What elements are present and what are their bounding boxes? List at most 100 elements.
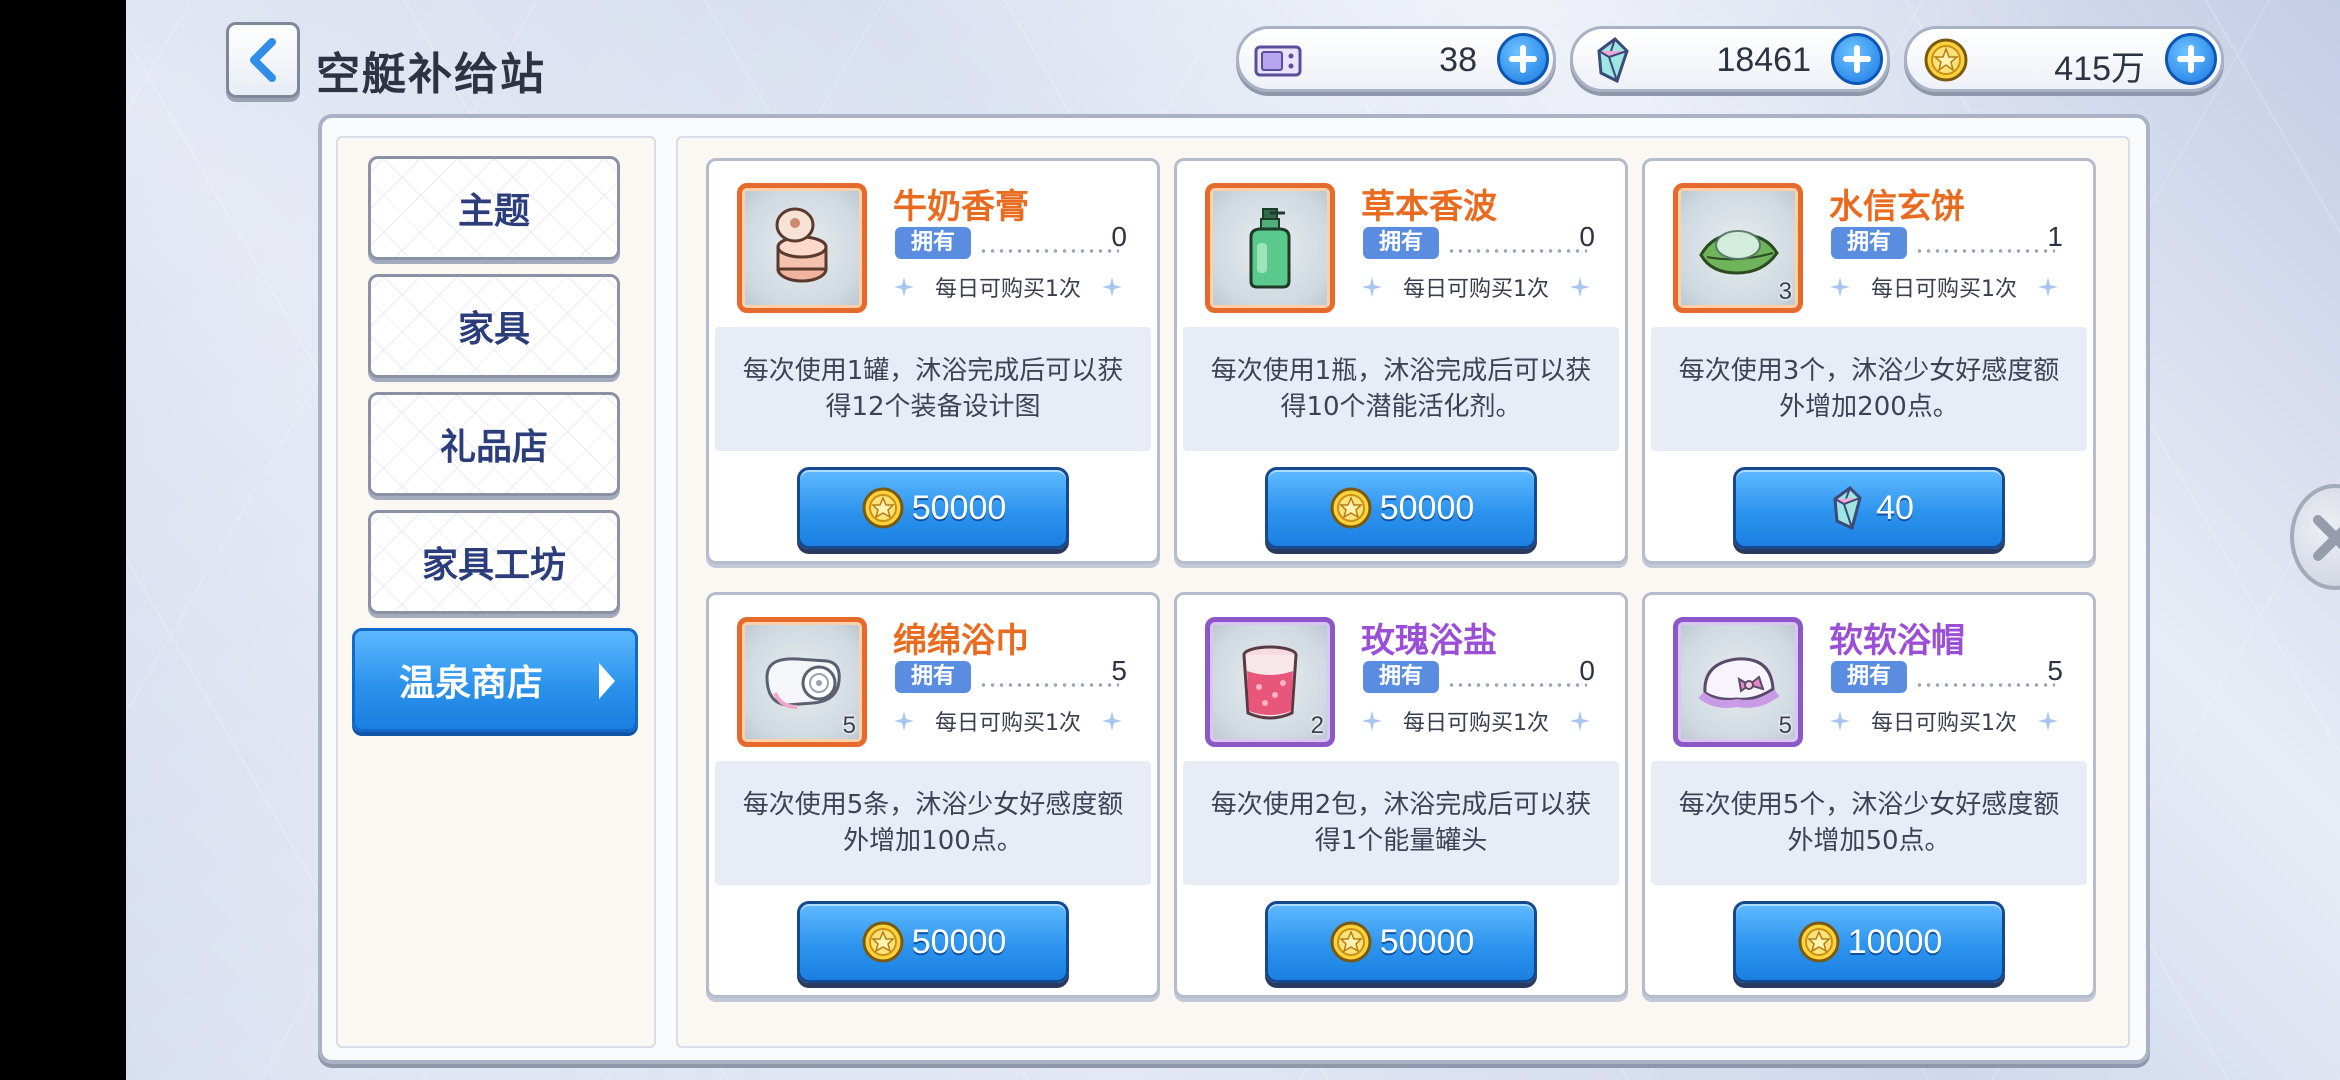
price: 50000 [911,922,1007,961]
add-crystal-button[interactable] [1831,33,1883,85]
crystal-icon [1597,37,1629,83]
owned-badge: 拥有 [1363,661,1439,693]
buy-button[interactable]: 50000 [1265,901,1537,983]
category-sidebar: 主题 家具 礼品店 家具工坊 温泉商店 [336,136,656,1048]
dotted-leader [1447,249,1587,253]
item-description: 每次使用1瓶，沐浴完成后可以获得10个潜能活化剂。 [1183,327,1619,451]
bath-cap-icon [1698,657,1780,708]
sparkle-icon [1102,277,1122,297]
item-icon-frame[interactable]: 5 [737,617,867,747]
sidebar-item-label: 礼品店 [439,427,548,468]
sparkle-icon [1830,277,1850,297]
dotted-leader [1447,683,1587,687]
owned-count: 0 [1579,221,1595,252]
limit-text: 每日可购买1次 [1403,277,1549,302]
sidebar-item-gift-shop[interactable]: 礼品店 [368,392,620,496]
currency-crystal: 18461 [1570,26,1890,92]
item-name: 水信玄饼 [1829,187,1965,227]
sparkle-icon [894,711,914,731]
sidebar-item-label: 温泉商店 [399,663,544,704]
rolled-towel-icon [765,657,841,709]
item-quantity: 3 [1778,278,1792,305]
dotted-leader [979,249,1119,253]
owned-count: 5 [2047,655,2063,686]
star-coin-icon [1798,921,1840,963]
milk-cream-jar-icon [775,207,828,283]
add-coin-button[interactable] [2165,33,2217,85]
ticket-icon [1254,45,1302,77]
add-ticket-button[interactable] [1497,33,1549,85]
shop-item-card: 牛奶香膏 拥有 0 每日可购买1次 每次使用1罐，沐浴完成后可以获得12个装备设… [706,158,1160,564]
rose-bath-salt-jar-icon [1242,645,1298,720]
item-description: 每次使用5个，沐浴少女好感度额外增加50点。 [1651,761,2087,885]
sidebar-item-label: 家具工坊 [421,545,566,586]
purchase-limit: 每日可购买1次 [1829,703,2059,739]
star-coin-icon [1330,487,1372,529]
star-coin-icon [862,921,904,963]
price: 40 [1876,488,1914,527]
owned-badge: 拥有 [895,661,971,693]
star-coin-icon [1924,38,1968,82]
owned-count: 5 [1111,655,1127,686]
purchase-limit: 每日可购买1次 [1829,269,2059,305]
item-icon-frame[interactable]: 2 [1205,617,1335,747]
buy-button[interactable]: 50000 [797,467,1069,549]
purchase-limit: 每日可购买1次 [893,703,1123,739]
sparkle-icon [1362,711,1382,731]
dotted-leader [979,683,1119,687]
floating-close-button[interactable] [2290,484,2340,590]
plus-icon [2177,45,2205,73]
sidebar-item-label: 主题 [457,191,530,232]
dotted-leader [1915,683,2055,687]
item-name: 草本香波 [1361,187,1497,227]
buy-button[interactable]: 50000 [1265,467,1537,549]
sidebar-item-theme[interactable]: 主题 [368,156,620,260]
chevron-left-icon [250,38,276,82]
game-screen: 空艇补给站 38 18461 415万 主题 家具 礼品店 家具工坊 温泉商店 … [126,0,2340,1080]
shop-panel: 主题 家具 礼品店 家具工坊 温泉商店 牛奶香膏 拥有 0 每日可购买1次 每次… [318,114,2150,1064]
owned-badge: 拥有 [1363,227,1439,259]
owned-badge: 拥有 [1831,227,1907,259]
sidebar-item-furniture-workshop[interactable]: 家具工坊 [368,510,620,614]
star-coin-icon [862,487,904,529]
sidebar-item-label: 家具 [457,309,530,350]
owned-badge: 拥有 [1831,661,1907,693]
sparkle-icon [1362,277,1382,297]
close-icon [2313,515,2340,561]
shop-item-card: 5 软软浴帽 拥有 5 每日可购买1次 每次使用5个，沐浴少女好感度额外增加50… [1642,592,2096,998]
herbal-shampoo-bottle-icon [1249,208,1291,289]
currency-ticket: 38 [1236,26,1556,92]
buy-button[interactable]: 10000 [1733,901,2005,983]
buy-button[interactable]: 40 [1733,467,2005,549]
owned-count: 0 [1579,655,1595,686]
dotted-leader [1915,249,2055,253]
item-icon-frame[interactable] [1205,183,1335,313]
chevron-right-icon [599,663,615,699]
item-icon-frame[interactable]: 3 [1673,183,1803,313]
price: 50000 [1379,922,1475,961]
owned-count: 1 [2047,221,2063,252]
item-description: 每次使用1罐，沐浴完成后可以获得12个装备设计图 [715,327,1151,451]
item-icon-frame[interactable] [737,183,867,313]
shop-item-card: 草本香波 拥有 0 每日可购买1次 每次使用1瓶，沐浴完成后可以获得10个潜能活… [1174,158,1628,564]
coin-count: 415万 [2054,50,2145,88]
sidebar-item-furniture[interactable]: 家具 [368,274,620,378]
limit-text: 每日可购买1次 [1871,277,2017,302]
limit-text: 每日可购买1次 [1871,711,2017,736]
sparkle-icon [1570,277,1590,297]
page-title: 空艇补给站 [316,49,546,100]
item-grid: 牛奶香膏 拥有 0 每日可购买1次 每次使用1罐，沐浴完成后可以获得12个装备设… [676,136,2130,1048]
crystal-count: 18461 [1716,41,1811,79]
item-description: 每次使用2包，沐浴完成后可以获得1个能量罐头 [1183,761,1619,885]
item-icon-frame[interactable]: 5 [1673,617,1803,747]
plus-icon [1843,45,1871,73]
sparkle-icon [894,277,914,297]
back-button[interactable] [226,22,300,98]
buy-button[interactable]: 50000 [797,901,1069,983]
sparkle-icon [2038,711,2058,731]
sidebar-item-hot-spring-shop[interactable]: 温泉商店 [352,628,638,732]
owned-count: 0 [1111,221,1127,252]
item-name: 牛奶香膏 [893,187,1029,227]
limit-text: 每日可购买1次 [935,711,1081,736]
item-quantity: 5 [1778,712,1792,739]
